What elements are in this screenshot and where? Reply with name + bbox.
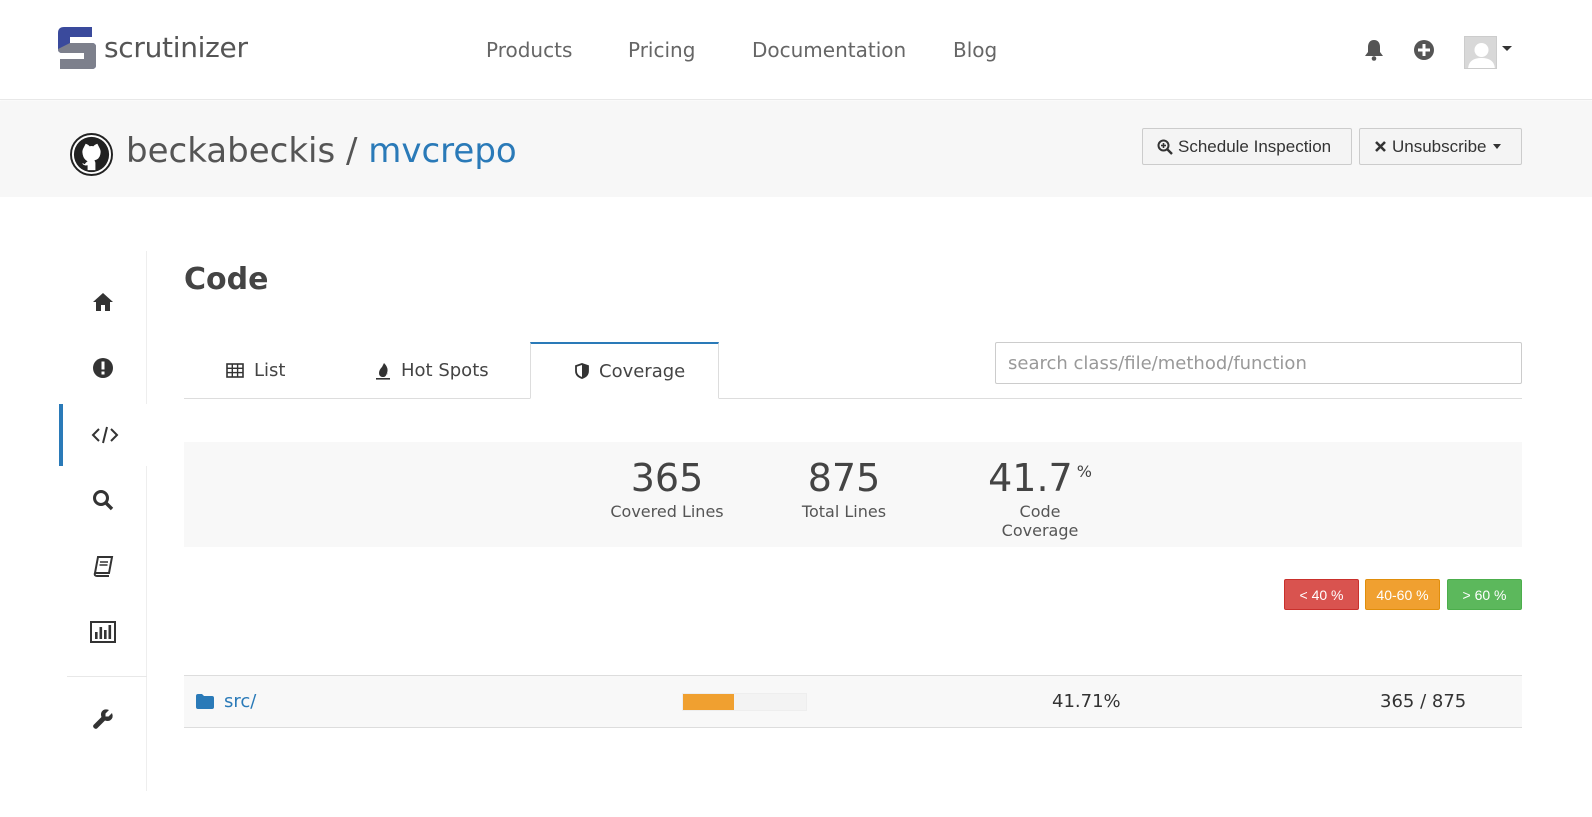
brand-logo[interactable]: scrutinizer [58, 25, 248, 69]
rail-settings[interactable] [59, 688, 147, 750]
github-icon [70, 133, 113, 176]
search-input[interactable] [995, 342, 1522, 384]
tab-coverage-label: Coverage [599, 360, 686, 382]
home-icon [93, 293, 113, 311]
folder-icon [196, 694, 214, 709]
scrutinizer-logo-icon [58, 27, 96, 69]
code-coverage-label: Code Coverage [1001, 502, 1079, 540]
total-lines-label: Total Lines [801, 502, 887, 521]
coverage-progress-bar [682, 693, 807, 711]
row-coverage-percent: 41.71% [1052, 691, 1121, 712]
code-coverage-unit: % [1076, 462, 1092, 481]
nav-pricing[interactable]: Pricing [628, 38, 695, 62]
tab-hot-spots[interactable]: Hot Spots [375, 342, 489, 399]
legend-low-badge: < 40 % [1284, 579, 1359, 610]
schedule-inspection-label: Schedule Inspection [1178, 136, 1332, 156]
total-lines-value: 875 [807, 456, 881, 500]
wrench-icon [93, 709, 113, 729]
nav-products[interactable]: Products [486, 38, 572, 62]
rail-home[interactable] [59, 271, 147, 333]
alert-icon [93, 358, 113, 378]
stat-total-lines: 875 Total Lines [799, 442, 889, 521]
book-icon [93, 556, 114, 577]
table-icon [226, 363, 244, 378]
tab-list-label: List [254, 360, 286, 381]
tab-list[interactable]: List [226, 342, 285, 399]
stat-code-coverage: 41.7% Code Coverage [979, 442, 1101, 540]
rail-docs[interactable] [59, 535, 147, 597]
repo-owner-link[interactable]: beckabeckis [126, 131, 335, 171]
tab-coverage[interactable]: Coverage [530, 342, 719, 399]
row-covered-ratio: 365 / 875 [1380, 691, 1467, 712]
chevron-down-icon [1492, 144, 1501, 149]
chart-icon [90, 621, 116, 643]
schedule-inspection-button[interactable]: Schedule Inspection [1142, 128, 1352, 165]
folder-link[interactable]: src/ [224, 691, 256, 712]
user-menu-caret-icon[interactable] [1502, 46, 1512, 51]
rail-issues[interactable] [59, 337, 147, 399]
fire-icon [376, 362, 390, 380]
coverage-progress-fill [683, 694, 735, 710]
unsubscribe-label: Unsubscribe [1392, 136, 1487, 156]
avatar-silhouette-icon [1465, 37, 1496, 68]
code-icon [91, 426, 119, 444]
legend-high-badge: > 60 % [1447, 579, 1522, 610]
top-navbar: scrutinizer Products Pricing Documentati… [0, 0, 1592, 100]
rail-search[interactable] [59, 469, 147, 531]
close-icon [1375, 141, 1386, 152]
legend-mid-badge: 40-60 % [1365, 579, 1440, 610]
repo-title: beckabeckis / mvcrepo [126, 131, 517, 171]
repo-name-link[interactable]: mvcrepo [368, 131, 516, 171]
shield-icon [575, 363, 589, 379]
repo-separator: / [335, 131, 369, 171]
rail-code[interactable] [59, 404, 147, 466]
tab-hot-spots-label: Hot Spots [401, 360, 489, 381]
rail-divider [67, 676, 147, 677]
table-row: src/ 41.71% 365 / 875 [184, 675, 1522, 728]
nav-blog[interactable]: Blog [953, 38, 997, 62]
rail-statistics[interactable] [59, 601, 147, 663]
add-plus-icon[interactable] [1412, 38, 1436, 62]
coverage-stats-panel: 365 Covered Lines 875 Total Lines 41.7% … [184, 442, 1522, 547]
code-coverage-number: 41.7% [979, 456, 1101, 500]
nav-documentation[interactable]: Documentation [752, 38, 906, 62]
user-avatar[interactable] [1464, 36, 1497, 69]
side-rail [59, 251, 147, 791]
bell-icon[interactable] [1362, 38, 1386, 62]
covered-lines-label: Covered Lines [610, 502, 724, 521]
unsubscribe-button[interactable]: Unsubscribe [1359, 128, 1522, 165]
zoom-plus-icon [1157, 139, 1173, 155]
page-title: Code [184, 262, 269, 297]
covered-lines-value: 365 [630, 456, 704, 500]
search-icon [93, 490, 114, 511]
stat-covered-lines: 365 Covered Lines [609, 442, 725, 521]
brand-name: scrutinizer [104, 30, 248, 64]
code-coverage-value: 41.7 [988, 456, 1073, 500]
